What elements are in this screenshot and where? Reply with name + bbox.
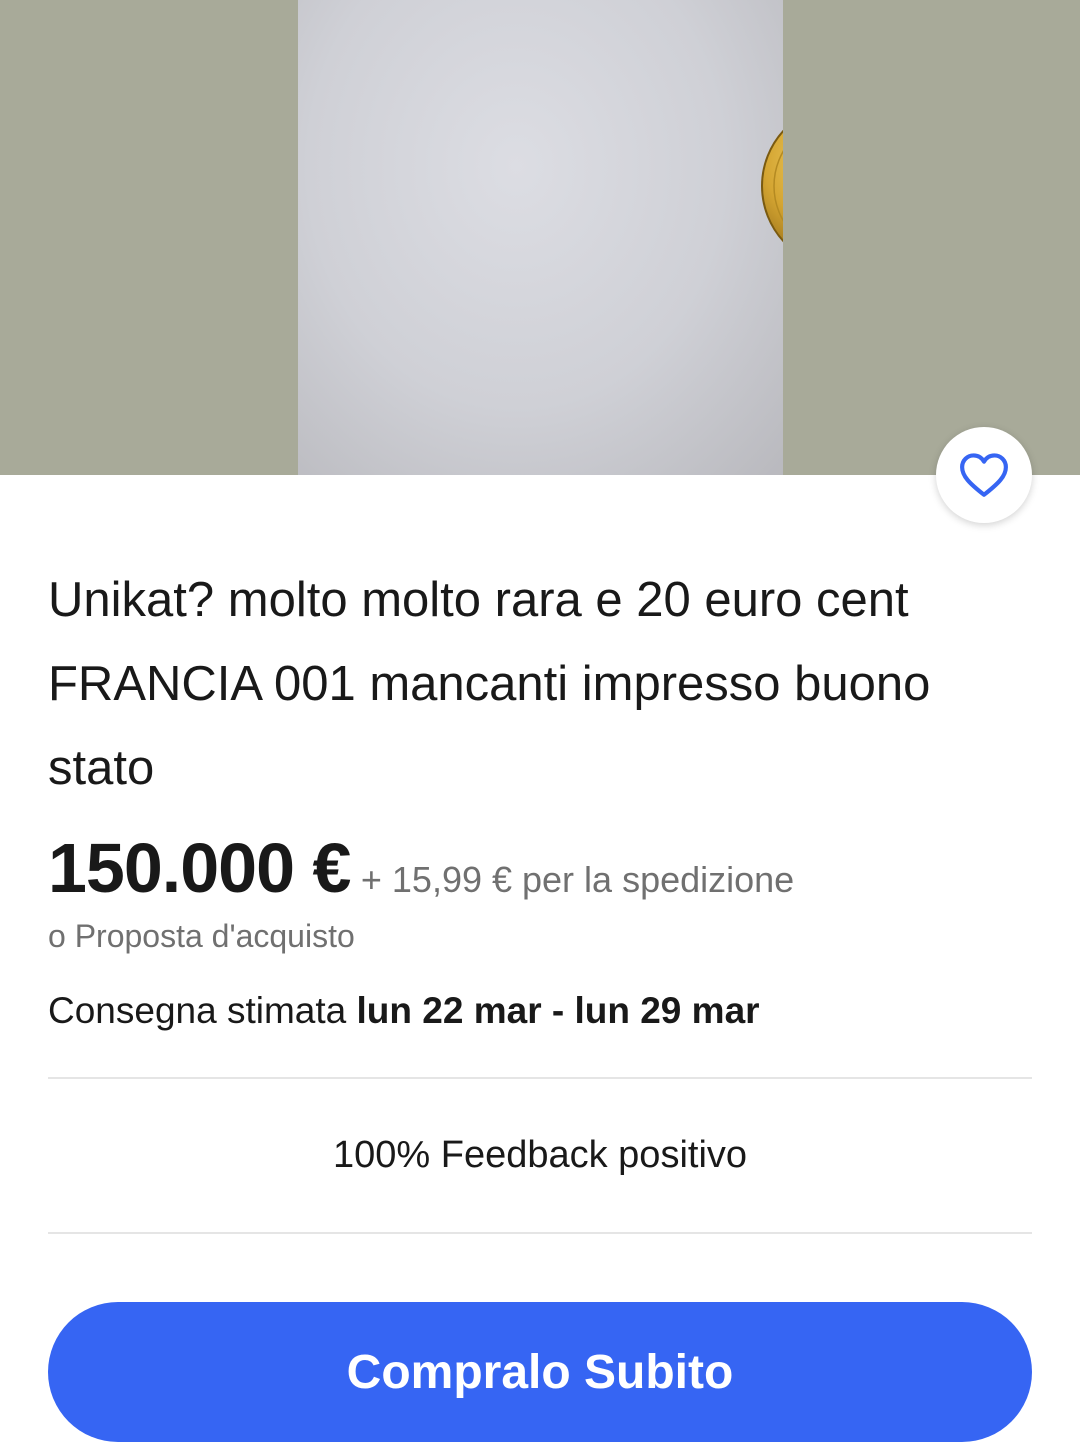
listing-title: Unikat? molto molto rara e 20 euro cent … — [48, 573, 931, 795]
watch-button[interactable] — [936, 427, 1032, 523]
coin-image: 001 — [761, 129, 783, 243]
seller-feedback[interactable]: 100% Feedback positivo — [0, 1134, 1080, 1177]
product-photo[interactable]: 001 — [298, 0, 783, 475]
shipping-cost: + 15,99 € per la spedizione — [360, 859, 795, 900]
delivery-dates: lun 22 mar - lun 29 mar — [356, 990, 760, 1031]
divider — [48, 1232, 1032, 1234]
image-gallery[interactable]: 001 — [0, 0, 1080, 475]
heart-icon — [960, 453, 1008, 497]
divider — [48, 1077, 1032, 1079]
buy-it-now-button[interactable]: Compralo Subito — [48, 1302, 1032, 1442]
price: 150.000 € — [48, 829, 351, 907]
estimated-delivery: Consegna stimata lun 22 mar - lun 29 mar — [48, 990, 760, 1032]
best-offer-label: o Proposta d'acquisto — [48, 918, 355, 954]
delivery-label: Consegna stimata — [48, 990, 347, 1031]
price-row: 150.000 € + 15,99 € per la spedizione — [48, 828, 1048, 908]
